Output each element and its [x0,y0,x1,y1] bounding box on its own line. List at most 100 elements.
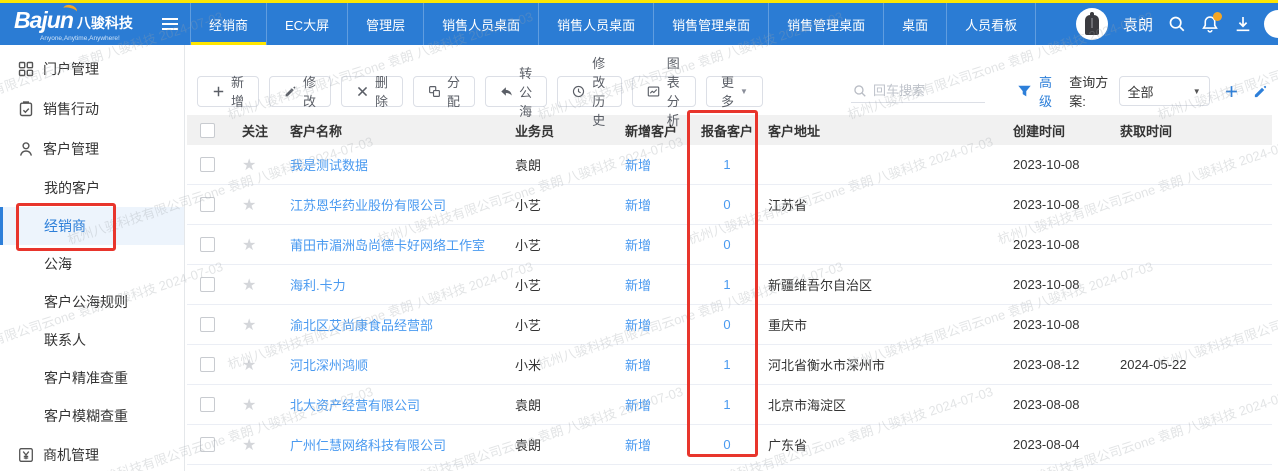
sidebar-group[interactable]: 客户管理 [0,129,184,169]
customer-name-link[interactable]: 广州仁慧网络科技有限公司 [290,438,446,453]
reported-count-link[interactable]: 1 [723,397,730,412]
toolbar-button[interactable]: 转公海 [485,76,547,107]
tab-5[interactable]: 销售管理桌面 [653,3,768,45]
row-checkbox[interactable] [200,397,215,412]
app-logo: Bajun 八骏科技 Anyone,Anytime,Anywhere! [0,3,150,45]
row-checkbox[interactable] [200,277,215,292]
tab-label: 销售管理桌面 [672,15,750,34]
favorite-star-icon[interactable]: ★ [242,277,256,294]
select-all-checkbox[interactable] [200,123,215,138]
reported-count-link[interactable]: 0 [723,437,730,452]
add-scheme-button[interactable] [1224,84,1239,99]
row-checkbox[interactable] [200,197,215,212]
customer-name-link[interactable]: 莆田市湄洲岛尚德卡好网络工作室 [290,238,485,253]
row-checkbox[interactable] [200,437,215,452]
pencil-icon [284,85,297,98]
tab-4[interactable]: 销售人员桌面 [538,3,653,45]
customer-name-link[interactable]: 海利.卡力 [290,278,346,293]
customer-name-link[interactable]: 渝北区艾尚康食品经营部 [290,318,433,333]
sidebar-group[interactable]: 门户管理 [0,49,184,89]
x-icon [356,85,369,98]
sidebar-item[interactable]: 客户模糊查重 [0,397,184,435]
tab-8[interactable]: 人员看板 [946,3,1036,45]
download-icon[interactable] [1234,15,1252,33]
new-customer-link[interactable]: 新增 [625,318,651,333]
table-row: ★广州仁慧网络科技有限公司袁朗新增0广东省2023-08-04 [187,425,1272,465]
table-row: ★海利.卡力小艺新增1新疆维吾尔自治区2023-10-08 [187,265,1272,305]
new-customer-link[interactable]: 新增 [625,198,651,213]
favorite-star-icon[interactable]: ★ [242,197,256,214]
customer-name-link[interactable]: 河北深州鸿顺 [290,358,368,373]
reported-count-link[interactable]: 0 [723,237,730,252]
advanced-search-link[interactable]: 高级 [1039,72,1059,110]
plus-icon [212,85,225,98]
menu-toggle-icon[interactable] [150,3,190,45]
bell-icon[interactable] [1201,15,1219,33]
favorite-star-icon[interactable]: ★ [242,437,256,454]
tab-0[interactable]: 经销商 [190,3,266,45]
reported-count-link[interactable]: 1 [723,157,730,172]
tab-6[interactable]: 销售管理桌面 [768,3,883,45]
filter-icon[interactable] [1017,84,1032,99]
sidebar-item[interactable]: 客户公海规则 [0,283,184,321]
customer-name-link[interactable]: 北大资产经营有限公司 [290,398,420,413]
row-checkbox[interactable] [200,237,215,252]
toolbar-button[interactable]: 删除 [341,76,403,107]
row-checkbox[interactable] [200,157,215,172]
sidebar-item[interactable]: 公海 [0,245,184,283]
customer-table: 关注客户名称业务员新增客户报备客户客户地址创建时间获取时间 ★我是测试数据袁朗新… [187,115,1272,465]
topbar: Bajun 八骏科技 Anyone,Anytime,Anywhere! 经销商E… [0,3,1278,45]
scheme-value: 全部 [1128,82,1154,101]
sidebar-item[interactable]: 联系人 [0,321,184,359]
row-checkbox[interactable] [200,357,215,372]
sidebar-group-label: 商机管理 [43,445,99,465]
customer-name-link[interactable]: 我是测试数据 [290,158,368,173]
favorite-star-icon[interactable]: ★ [242,357,256,374]
toolbar-button[interactable]: 新增 [197,76,259,107]
favorite-star-icon[interactable]: ★ [242,397,256,414]
toolbar-button[interactable]: 修改 [269,76,331,107]
tab-7[interactable]: 桌面 [883,3,946,45]
customer-address: 新疆维吾尔自治区 [768,275,1013,294]
reported-count-link[interactable]: 0 [723,317,730,332]
reported-count-link[interactable]: 1 [723,357,730,372]
notification-dot [1213,12,1222,21]
tab-2[interactable]: 管理层 [347,3,423,45]
avatar[interactable] [1076,8,1108,40]
toolbar-button[interactable]: 更多▼ [706,76,763,107]
new-customer-link[interactable]: 新增 [625,278,651,293]
search-input[interactable] [873,83,983,98]
new-customer-link[interactable]: 新增 [625,398,651,413]
reported-count-link[interactable]: 1 [723,277,730,292]
tab-label: 管理层 [366,15,405,34]
table-row: ★莆田市湄洲岛尚德卡好网络工作室小艺新增02023-10-08 [187,225,1272,265]
edit-scheme-button[interactable] [1253,84,1268,99]
favorite-star-icon[interactable]: ★ [242,317,256,334]
toolbar-button[interactable]: 图表分析 [632,76,696,107]
new-customer-link[interactable]: 新增 [625,158,651,173]
customer-name-link[interactable]: 江苏恩华药业股份有限公司 [290,198,446,213]
sidebar-nav: 门户管理销售行动客户管理我的客户经销商公海客户公海规则联系人客户精准查重客户模糊… [0,45,185,471]
search-icon[interactable] [1168,15,1186,33]
back-arrow-icon [500,85,513,98]
tab-3[interactable]: 销售人员桌面 [423,3,538,45]
new-customer-link[interactable]: 新增 [625,358,651,373]
sidebar-group[interactable]: 商机管理 [0,435,184,471]
favorite-star-icon[interactable]: ★ [242,237,256,254]
table-row: ★河北深州鸿顺小米新增1河北省衡水市深州市2023-08-122024-05-2… [187,345,1272,385]
toolbar-button[interactable]: 修改历史 [557,76,621,107]
toolbar-button[interactable]: 分配 [413,76,475,107]
topbar-tabs: 经销商EC大屏管理层销售人员桌面销售人员桌面销售管理桌面销售管理桌面桌面人员看板 [190,3,1036,45]
tab-1[interactable]: EC大屏 [266,3,347,45]
new-customer-link[interactable]: 新增 [625,438,651,453]
sidebar-group[interactable]: 销售行动 [0,89,184,129]
sidebar-item[interactable]: 经销商 [0,207,184,245]
reported-count-link[interactable]: 0 [723,197,730,212]
new-customer-link[interactable]: 新增 [625,238,651,253]
scheme-select[interactable]: 全部 ▼ [1119,76,1210,106]
salesperson: 袁朗 [515,435,625,454]
sidebar-item[interactable]: 我的客户 [0,169,184,207]
row-checkbox[interactable] [200,317,215,332]
sidebar-item[interactable]: 客户精准查重 [0,359,184,397]
favorite-star-icon[interactable]: ★ [242,157,256,174]
